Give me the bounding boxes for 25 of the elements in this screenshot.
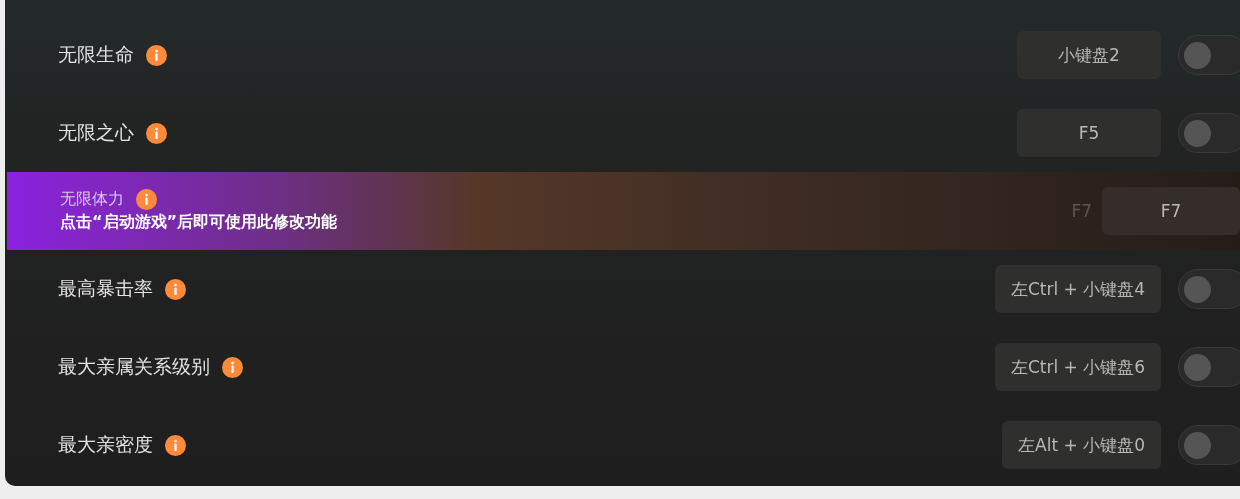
hotkey-button[interactable]: 左Alt + 小键盘0 <box>1002 421 1161 469</box>
cheat-label: 无限之心 <box>58 120 134 145</box>
toggle-switch[interactable] <box>1178 113 1240 153</box>
info-icon[interactable] <box>146 44 167 66</box>
hotkey-button[interactable]: F5 <box>1017 109 1161 157</box>
info-icon[interactable] <box>165 278 186 300</box>
cheat-label: 最大亲密度 <box>58 432 153 457</box>
cheat-label: 最高暴击率 <box>58 276 153 301</box>
info-icon[interactable] <box>222 356 243 378</box>
hotkey-button[interactable]: 左Ctrl + 小键盘4 <box>994 265 1161 313</box>
cheat-label: 最大亲属关系级别 <box>58 354 210 379</box>
hotkey-ghost: F7 <box>1071 201 1092 221</box>
toggle-switch[interactable] <box>1178 35 1240 75</box>
hotkey-button[interactable]: 左Ctrl + 小键盘6 <box>994 343 1161 391</box>
hotkey-button[interactable]: 小键盘2 <box>1017 31 1161 79</box>
toggle-switch[interactable] <box>1178 425 1240 465</box>
toggle-switch[interactable] <box>1178 347 1240 387</box>
cheat-hint: 点击“启动游戏”后即可使用此修改功能 <box>60 212 339 233</box>
info-icon[interactable] <box>165 434 186 456</box>
cheat-label: 无限体力 <box>60 189 124 210</box>
toggle-switch[interactable] <box>1178 269 1240 309</box>
info-icon[interactable] <box>136 189 157 210</box>
info-icon[interactable] <box>146 122 167 144</box>
cheat-label: 无限生命 <box>58 42 134 67</box>
hotkey-button[interactable]: F7 <box>1102 187 1240 235</box>
